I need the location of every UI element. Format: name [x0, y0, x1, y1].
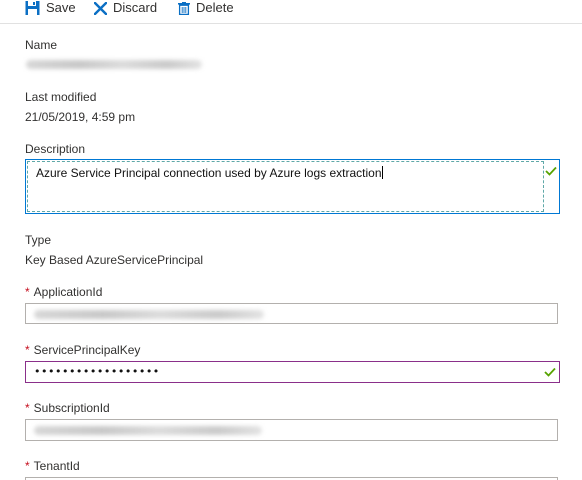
- delete-label: Delete: [196, 0, 234, 15]
- command-bar: Save Discard Delete: [0, 0, 582, 24]
- description-textarea[interactable]: Azure Service Principal connection used …: [25, 159, 560, 214]
- tenant-id-label: * TenantId: [25, 459, 80, 473]
- subscription-id-value-redacted: [34, 426, 262, 435]
- tenant-id-label-text: TenantId: [33, 459, 80, 473]
- required-asterisk: *: [25, 401, 30, 415]
- description-focus-outline: Azure Service Principal connection used …: [27, 161, 544, 212]
- service-principal-key-label-text: ServicePrincipalKey: [33, 343, 141, 357]
- last-modified-value: 21/05/2019, 4:59 pm: [25, 110, 136, 124]
- discard-label: Discard: [113, 0, 158, 15]
- application-id-label-text: ApplicationId: [33, 285, 103, 299]
- x-icon: [94, 1, 107, 15]
- text-caret: [381, 166, 383, 179]
- delete-button[interactable]: Delete: [178, 0, 234, 16]
- trash-icon: [178, 1, 190, 15]
- application-id-label: * ApplicationId: [25, 285, 102, 299]
- subscription-id-label-text: SubscriptionId: [33, 401, 110, 415]
- save-button[interactable]: Save: [25, 0, 76, 16]
- service-principal-key-label: * ServicePrincipalKey: [25, 343, 140, 357]
- discard-button[interactable]: Discard: [94, 0, 157, 16]
- checkmark-icon: [545, 166, 557, 176]
- type-label: Type: [25, 233, 52, 247]
- required-asterisk: *: [25, 459, 30, 473]
- required-asterisk: *: [25, 285, 30, 299]
- name-value-redacted: [26, 60, 202, 69]
- description-text: Azure Service Principal connection used …: [36, 166, 382, 180]
- save-label: Save: [46, 0, 76, 15]
- application-id-input[interactable]: [25, 303, 558, 324]
- description-label: Description: [25, 142, 86, 156]
- required-asterisk: *: [25, 343, 30, 357]
- last-modified-label: Last modified: [25, 90, 97, 104]
- masked-key-value: ••••••••••••••••••: [34, 365, 160, 378]
- name-label: Name: [25, 38, 58, 52]
- service-principal-key-input[interactable]: ••••••••••••••••••: [25, 361, 560, 383]
- save-disk-icon: [25, 1, 40, 15]
- checkmark-icon: [544, 367, 556, 377]
- type-value: Key Based AzureServicePrincipal: [25, 253, 204, 267]
- subscription-id-label: * SubscriptionId: [25, 401, 110, 415]
- subscription-id-input[interactable]: [25, 419, 558, 441]
- application-id-value-redacted: [34, 310, 264, 319]
